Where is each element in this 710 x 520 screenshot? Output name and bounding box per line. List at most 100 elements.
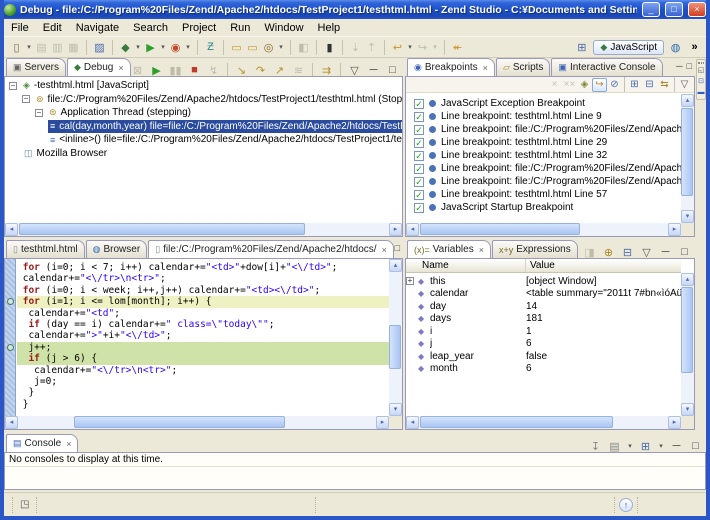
breakpoint-checkbox[interactable]: ✓: [414, 138, 424, 148]
variable-row[interactable]: ◆days181: [406, 313, 681, 326]
debug-tab-debug[interactable]: ◆Debug×: [67, 58, 131, 76]
go-to-file-for-breakpoint-icon[interactable]: ↪: [592, 78, 607, 92]
breakpoints-tab-breakpoints[interactable]: ◉Breakpoints×: [407, 58, 495, 76]
minimize-window-button[interactable]: _: [642, 2, 660, 17]
stack-frame-row-selected[interactable]: ≡cal(day,month,year) file=file:/C:/Progr…: [5, 120, 402, 134]
expand-all-icon[interactable]: ⊞: [627, 78, 642, 92]
variables-tab-variables[interactable]: (x)=Variables×: [407, 240, 491, 258]
close-tab-icon[interactable]: ×: [479, 245, 484, 255]
breakpoints-vertical-scrollbar[interactable]: ▴ ▾: [681, 94, 694, 223]
scroll-up-icon[interactable]: ▴: [681, 273, 694, 286]
maximize-view-icon[interactable]: □: [687, 61, 692, 71]
debug-horizontal-scrollbar[interactable]: ◂ ▸: [5, 223, 402, 236]
breakpoint-checkbox[interactable]: ✓: [414, 125, 424, 135]
breakpoint-row[interactable]: ✓Line breakpoint: testhtml.html Line 57: [406, 188, 681, 201]
minimized-view-a-icon[interactable]: ⊡: [698, 78, 704, 86]
back-icon[interactable]: ↩: [390, 38, 405, 56]
collapse-all-icon[interactable]: ⊟: [642, 78, 657, 92]
breakpoint-marker-icon[interactable]: [7, 344, 14, 351]
variables-vertical-scrollbar[interactable]: ▴ ▾: [681, 273, 694, 416]
perspective-javascript-button[interactable]: ◆ JavaScript: [593, 40, 664, 55]
value-column-header[interactable]: Value: [526, 259, 681, 272]
scroll-down-icon[interactable]: ▾: [681, 210, 694, 223]
breakpoint-row[interactable]: ✓Line breakpoint: testhtml.html Line 9: [406, 110, 681, 123]
breakpoint-row[interactable]: ✓Line breakpoint: file:/C:/Program%20Fil…: [406, 175, 681, 188]
console-tab-console[interactable]: ▤Console×: [6, 434, 78, 452]
debug-tree-row[interactable]: −⊚file:/C:/Program%20Files/Zend/Apache2/…: [5, 93, 402, 107]
breakpoints-tab-scripts[interactable]: ▱Scripts: [496, 58, 550, 76]
menu-edit[interactable]: Edit: [36, 21, 69, 35]
name-column-header[interactable]: Name: [406, 259, 526, 272]
scrollbar-thumb[interactable]: [681, 287, 693, 373]
show-supported-breakpoints-icon[interactable]: ◈: [577, 78, 592, 92]
debug-dropdown-icon[interactable]: ▾: [134, 38, 142, 56]
breakpoint-row[interactable]: ✓Line breakpoint: testhtml.html Line 32: [406, 149, 681, 162]
menu-search[interactable]: Search: [126, 21, 175, 35]
editor-annotation-ruler[interactable]: [5, 259, 16, 416]
breakpoint-checkbox[interactable]: ✓: [414, 151, 424, 161]
new-wizard-icon[interactable]: ▯: [9, 38, 24, 56]
menu-window[interactable]: Window: [257, 21, 310, 35]
restore-view-icon[interactable]: ◱: [698, 67, 705, 75]
close-tab-icon[interactable]: ×: [382, 245, 387, 255]
menu-run[interactable]: Run: [223, 21, 257, 35]
variable-row[interactable]: ◆calendar<table summary="2011t 7#bn«ìóÀü…: [406, 288, 681, 301]
scroll-up-icon[interactable]: ▴: [681, 94, 694, 107]
breakpoint-row[interactable]: ✓Line breakpoint: file:/C:/Program%20Fil…: [406, 123, 681, 136]
skip-all-breakpoints-icon[interactable]: ⊘: [607, 78, 622, 92]
back-dropdown-icon[interactable]: ▾: [406, 38, 414, 56]
editor-horizontal-scrollbar[interactable]: ◂ ▸: [5, 416, 389, 429]
debug-icon[interactable]: ◆: [118, 38, 133, 56]
profile-dropdown-icon[interactable]: ▾: [184, 38, 192, 56]
breakpoint-row[interactable]: ✓JavaScript Startup Breakpoint: [406, 201, 681, 214]
scroll-left-icon[interactable]: ◂: [5, 416, 18, 429]
editor-tab-browser[interactable]: ◍Browser: [86, 240, 148, 258]
scrollbar-thumb[interactable]: [420, 416, 613, 428]
variable-row[interactable]: ◆i1: [406, 325, 681, 338]
fast-view-toggle-icon[interactable]: ◳: [17, 499, 32, 510]
new-server-icon[interactable]: ▨: [92, 38, 107, 56]
close-tab-icon[interactable]: ×: [118, 63, 123, 73]
debug-tree-row[interactable]: −◈-testhtml.html [JavaScript]: [5, 79, 402, 93]
variable-row[interactable]: ◆leap_yearfalse: [406, 350, 681, 363]
scroll-right-icon[interactable]: ▸: [376, 416, 389, 429]
breakpoint-row[interactable]: ✓JavaScript Exception Breakpoint: [406, 97, 681, 110]
code-editor[interactable]: for (i=0; i < 7; i++) calendar+="<td>"+d…: [17, 259, 389, 416]
menu-navigate[interactable]: Navigate: [69, 21, 126, 35]
scrollbar-thumb[interactable]: [389, 325, 401, 369]
breakpoint-checkbox[interactable]: ✓: [414, 177, 424, 187]
scrollbar-thumb[interactable]: [19, 223, 305, 235]
breakpoint-checkbox[interactable]: ✓: [414, 203, 424, 213]
tree-expander-icon[interactable]: −: [22, 95, 30, 103]
breakpoint-row[interactable]: ✓Line breakpoint: testhtml.html Line 29: [406, 136, 681, 149]
close-window-button[interactable]: ×: [688, 2, 706, 17]
minimized-view-b-icon[interactable]: ▬: [698, 89, 705, 97]
variable-row[interactable]: ◆day14: [406, 300, 681, 313]
close-tab-icon[interactable]: ×: [483, 63, 488, 73]
open-perspective-icon[interactable]: ⊞: [574, 38, 589, 56]
breakpoint-checkbox[interactable]: ✓: [414, 99, 424, 109]
scroll-left-icon[interactable]: ◂: [406, 416, 419, 429]
perspective-overflow-chevron[interactable]: »: [687, 38, 702, 56]
variables-horizontal-scrollbar[interactable]: ◂ ▸: [406, 416, 681, 429]
breakpoints-horizontal-scrollbar[interactable]: ◂ ▸: [406, 223, 681, 236]
search-icon[interactable]: ◎: [261, 38, 276, 56]
maximize-window-button[interactable]: □: [665, 2, 683, 17]
breakpoint-checkbox[interactable]: ✓: [414, 112, 424, 122]
menu-file[interactable]: File: [4, 21, 36, 35]
link-with-debug-view-icon[interactable]: ⇆: [657, 78, 672, 92]
menu-help[interactable]: Help: [311, 21, 348, 35]
zend-tool-icon[interactable]: Ƶ: [203, 38, 218, 56]
breakpoint-checkbox[interactable]: ✓: [414, 164, 424, 174]
scrollbar-thumb[interactable]: [420, 223, 580, 235]
scroll-left-icon[interactable]: ◂: [5, 223, 18, 236]
close-tab-icon[interactable]: ×: [66, 439, 71, 449]
scroll-left-icon[interactable]: ◂: [406, 223, 419, 236]
grip-handle[interactable]: [698, 62, 704, 64]
maximize-editor-icon[interactable]: □: [395, 243, 400, 253]
scrollbar-thumb[interactable]: [681, 108, 693, 196]
breakpoint-row[interactable]: ✓Line breakpoint: file:/C:/Program%20Fil…: [406, 162, 681, 175]
view-menu-icon[interactable]: ▽: [677, 78, 692, 92]
scrollbar-thumb[interactable]: [74, 416, 285, 428]
open-resource-icon[interactable]: ▭: [245, 38, 260, 56]
